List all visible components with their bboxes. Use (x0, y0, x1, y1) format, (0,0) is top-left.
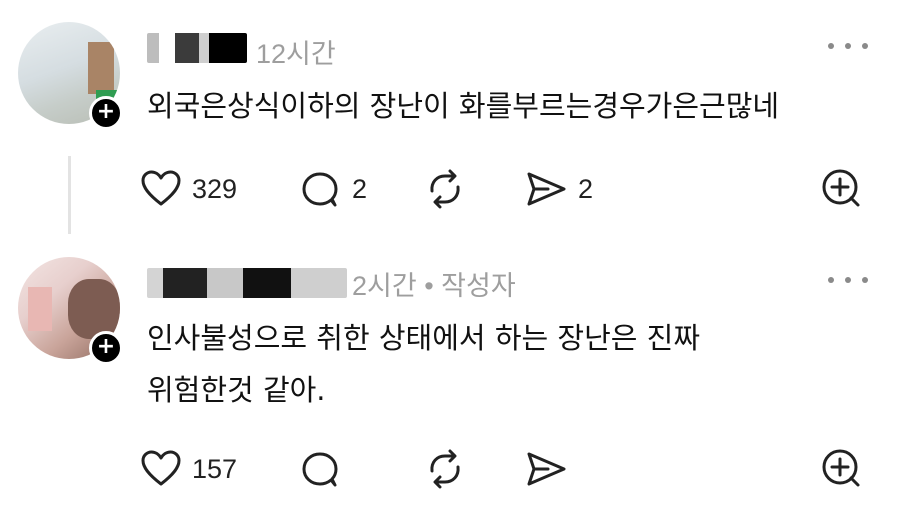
send-icon (527, 172, 566, 206)
more-options-icon[interactable] (828, 270, 868, 290)
repost-icon (430, 449, 460, 489)
repost-button[interactable] (424, 169, 476, 209)
like-count: 329 (192, 173, 238, 204)
repost-icon (430, 169, 460, 209)
thread-post: + 12시간 외국은상식이하의 장난이 화를부르는경우가은근많네 329 2 2 (0, 0, 900, 240)
username-redacted[interactable] (147, 33, 247, 63)
reply-button[interactable]: 2 (300, 169, 367, 209)
add-icon (822, 449, 860, 487)
add-to-feed-button[interactable] (820, 449, 864, 489)
post-text: 외국은상식이하의 장난이 화를부르는경우가은근많네 (147, 89, 780, 123)
post-text: 인사불성으로 취한 상태에서 하는 장난은 진짜 위험한것 같아. (147, 321, 701, 407)
add-icon (822, 169, 860, 207)
thread-post: + 2시간 • 작성자 인사불성으로 취한 상태에서 하는 장난은 진짜 위험한… (0, 240, 900, 510)
reply-count: 2 (352, 173, 368, 204)
avatar-blur-area (28, 287, 52, 331)
like-count: 157 (192, 453, 238, 484)
username-redacted[interactable] (147, 268, 347, 298)
share-count: 2 (578, 173, 594, 204)
follow-button[interactable]: + (89, 331, 123, 365)
heart-icon (141, 450, 181, 486)
send-icon (527, 452, 566, 486)
post-timestamp: 2시간 • 작성자 (352, 271, 516, 301)
post-timestamp: 12시간 (256, 39, 336, 69)
avatar-blur-area (88, 42, 114, 94)
repost-button[interactable] (424, 449, 476, 489)
like-button[interactable]: 157 (140, 449, 237, 489)
more-options-icon[interactable] (828, 36, 868, 56)
add-to-feed-button[interactable] (820, 169, 864, 209)
avatar-blur-area (68, 279, 120, 339)
post-actions: 157 (140, 449, 870, 489)
thread-connector-line (68, 156, 71, 234)
share-button[interactable]: 2 (524, 169, 593, 209)
comment-bubble-icon (302, 452, 338, 487)
post-actions: 329 2 2 (140, 169, 870, 209)
reply-button[interactable] (300, 449, 352, 489)
follow-button[interactable]: + (89, 96, 123, 130)
share-button[interactable] (524, 449, 578, 489)
like-button[interactable]: 329 (140, 169, 237, 209)
heart-icon (141, 170, 181, 206)
comment-bubble-icon (302, 172, 338, 207)
